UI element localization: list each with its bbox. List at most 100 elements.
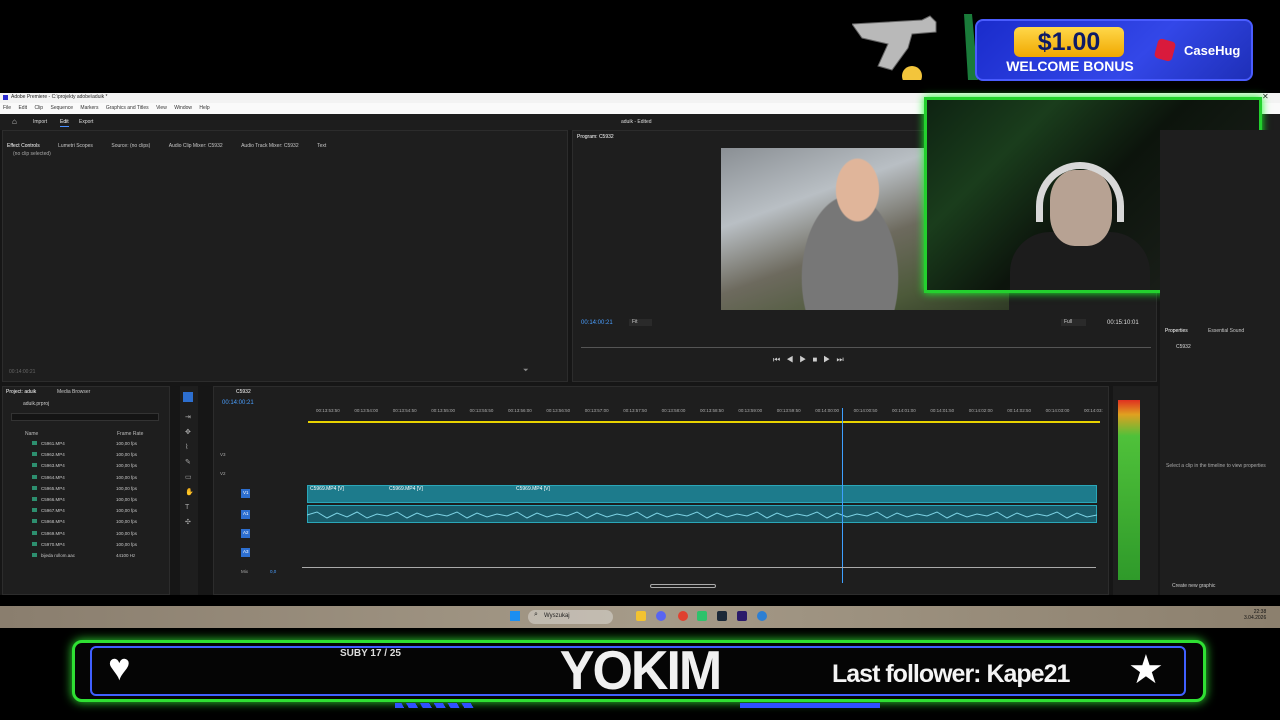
effect-controls-panel: Effect Controls Lumetri Scopes Source: (… (2, 130, 568, 382)
playhead[interactable] (842, 408, 843, 583)
audio-waveform (307, 511, 1097, 519)
mix-volume[interactable]: 0,0 (270, 569, 276, 574)
track-v3[interactable]: V3 (220, 452, 226, 457)
project-file-row[interactable]: C5966.MP4 100,00 fps (14, 497, 164, 502)
project-file-row[interactable]: C5969.MP4 100,00 fps (14, 530, 164, 536)
menu-window[interactable]: Window (174, 105, 192, 111)
browser-icon[interactable] (678, 611, 688, 621)
settings-icon[interactable] (757, 611, 767, 621)
taskbar-search[interactable] (528, 610, 613, 624)
time-ruler[interactable]: 00:13:53:50 00:13:54:00 00:13:54:50 00:13:5… (308, 408, 1103, 422)
clock-date: 3.04.2026 (1244, 615, 1267, 621)
discord-icon[interactable] (656, 611, 666, 621)
project-file-row[interactable]: C5970.MP4 100,00 fps (14, 541, 164, 547)
track-a1[interactable]: A1 (243, 511, 249, 516)
file-icon (32, 441, 37, 445)
ruler-tick: 00:14:02:00 (968, 408, 993, 413)
project-file-row[interactable]: C5961.MP4 100,00 fps (14, 441, 164, 446)
project-search-input[interactable] (11, 413, 159, 421)
project-file-row[interactable]: C5968.MP4 100,00 fps (14, 519, 164, 524)
track-v1[interactable]: V1 (243, 490, 249, 495)
sequence-tab[interactable]: C5932 (236, 389, 251, 395)
steam-icon[interactable] (717, 611, 727, 621)
track-a2[interactable]: A2 (243, 530, 249, 535)
program-title[interactable]: Program: C5932 (577, 134, 614, 140)
video-clip-track[interactable] (307, 485, 1097, 503)
workspace-export[interactable]: Export (79, 119, 93, 126)
menu-graphics[interactable]: Graphics and Titles (106, 105, 149, 111)
track-mix: Mix (241, 569, 248, 574)
ruler-tick: 00:13:55:50 (469, 408, 494, 413)
col-name[interactable]: Name (25, 431, 38, 438)
tab-essential-sound[interactable]: Essential Sound (1208, 328, 1244, 334)
mix-line (302, 567, 1096, 568)
project-file-row[interactable]: C5967.MP4 100,00 fps (14, 508, 164, 513)
menu-file[interactable]: File (3, 105, 11, 111)
file-icon (32, 452, 37, 457)
create-graphic-button[interactable]: Create new graphic (1172, 583, 1215, 590)
file-name: C5964.MP4 (41, 474, 65, 480)
tab-effect-controls[interactable]: Effect Controls (7, 143, 40, 149)
windows-start-icon[interactable] (510, 611, 520, 621)
app-icon[interactable] (697, 611, 707, 621)
ruler-tick: 00:13:53:50 (316, 408, 340, 413)
tab-properties[interactable]: Properties (1165, 328, 1188, 334)
col-frame-rate[interactable]: Frame Rate (117, 431, 143, 438)
tab-audio-clip-mixer[interactable]: Audio Clip Mixer: C5932 (169, 143, 223, 149)
taskbar-clock[interactable]: 22:38 3.04.2026 (1244, 609, 1266, 621)
program-scrubber[interactable] (581, 347, 1151, 348)
fit-dropdown[interactable]: Fit (629, 319, 652, 326)
project-file-row[interactable]: bijeda rollom.aac 44100 Hz (14, 553, 164, 558)
tab-media-browser[interactable]: Media Browser (57, 389, 90, 395)
resolution-dropdown[interactable]: Full (1061, 319, 1087, 326)
file-name: C5966.MP4 (41, 497, 65, 502)
workspace-import[interactable]: Import (33, 119, 47, 126)
file-rate: 100,00 fps (116, 474, 138, 480)
workspace-edit[interactable]: Edit (60, 119, 69, 127)
tab-source[interactable]: Source: (no clips) (111, 143, 150, 149)
menu-help[interactable]: Help (199, 105, 209, 111)
promo-bonus-text: WELCOME BONUS (1006, 58, 1134, 74)
timeline-timecode[interactable]: 00:14:00:21 (222, 399, 254, 407)
file-rate: 100,00 fps (116, 530, 138, 536)
tool-icons[interactable]: ⇥ ✥ ⌇ ✎ ▭ ✋ T ✣ (185, 410, 194, 530)
program-timecode[interactable]: 00:14:00:21 (581, 319, 613, 327)
tab-text[interactable]: Text (317, 143, 326, 149)
overlay-accent-right (740, 703, 880, 708)
clip-label-2[interactable]: C5969.MP4 [V] (389, 486, 423, 493)
transport-controls[interactable]: ⏮◀▶■▶⏭ (773, 355, 850, 365)
file-icon (32, 497, 37, 501)
tab-audio-track-mixer[interactable]: Audio Track Mixer: C5932 (241, 143, 299, 149)
premiere-taskbar-icon[interactable] (737, 611, 747, 621)
ruler-tick: 00:13:55:00 (431, 408, 455, 413)
tab-lumetri-scopes[interactable]: Lumetri Scopes (58, 143, 93, 149)
close-icon[interactable]: ✕ (1262, 93, 1269, 101)
project-file-row[interactable]: C5962.MP4 100,00 fps (14, 452, 164, 457)
window-title: Adobe Premiere - C:\projekty adobe\aduik… (11, 94, 108, 100)
file-name: bijeda rollom.aac (41, 553, 76, 558)
project-file-row[interactable]: C5963.MP4 100,00 fps (14, 463, 164, 468)
ruler-tick: 00:13:54:50 (392, 408, 417, 413)
file-explorer-icon[interactable] (636, 611, 646, 621)
home-icon[interactable]: ⌂ (12, 117, 17, 126)
heart-icon: ♥ (108, 647, 131, 689)
project-file-row[interactable]: C5965.MP4 100,00 fps (14, 485, 164, 491)
selection-tool-icon[interactable] (183, 392, 193, 402)
tab-project[interactable]: Project: aduik (6, 389, 36, 395)
ruler-tick: 00:13:58:50 (700, 408, 724, 413)
menu-edit[interactable]: Edit (18, 105, 27, 111)
filter-icon[interactable]: ⏷ (523, 367, 529, 375)
clip-label-1[interactable]: C5969.MP4 [V] (310, 486, 344, 493)
track-a3[interactable]: A3 (243, 549, 249, 554)
timeline-zoom-scrollbar[interactable] (650, 584, 716, 588)
menu-sequence[interactable]: Sequence (50, 105, 73, 111)
menu-clip[interactable]: Clip (34, 105, 43, 111)
work-area-bar[interactable] (308, 421, 1100, 423)
menu-markers[interactable]: Markers (80, 105, 98, 111)
track-v2[interactable]: V2 (220, 471, 226, 476)
clip-label-3[interactable]: C5969.MP4 [V] (516, 486, 550, 493)
file-rate: 100,00 fps (116, 452, 138, 458)
menu-view[interactable]: View (156, 105, 167, 111)
file-rate: 100,00 fps (116, 508, 138, 514)
project-file-row[interactable]: C5964.MP4 100,00 fps (14, 474, 164, 480)
